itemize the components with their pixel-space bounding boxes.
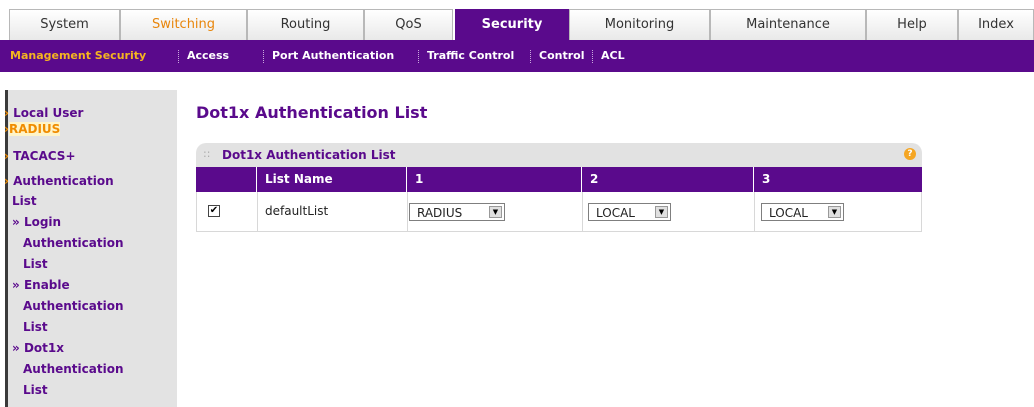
dropdown-arrow-icon: ▼ [489,206,502,218]
subnav-control[interactable]: Control [539,40,584,72]
column-header-label: 2 [590,172,599,186]
table-row: ✔ defaultList RADIUS ▼ LOCAL ▼ LOCAL ▼ [196,192,922,232]
column-header-label: List Name [265,172,333,186]
column-header-select [196,167,257,192]
sidebar-subitem-dot1x[interactable]: » Dot1x [12,341,64,355]
tab-routing[interactable]: Routing [247,9,364,40]
column-divider [582,192,583,232]
dropdown-arrow-icon: ▼ [655,206,668,218]
select-value: LOCAL [769,206,808,220]
sidebar-item-label: List [23,320,48,334]
tab-monitoring[interactable]: Monitoring [569,9,710,40]
double-chevron-icon: » [12,278,20,292]
list-name-cell: defaultList [265,204,329,218]
sidebar-item-label: Authentication [13,174,114,188]
tab-maintenance[interactable]: Maintenance [710,9,866,40]
tab-qos[interactable]: QoS [364,9,453,40]
sidebar-item-label: Local User [13,106,84,120]
sidebar-item-label: Authentication [23,299,124,313]
sidebar-item-authentication-list[interactable]: › Authentication [4,174,114,188]
sidebar-subitem-login[interactable]: » Login [12,215,61,229]
method-2-select[interactable]: LOCAL ▼ [588,203,671,221]
column-divider [921,192,922,232]
subnav-access[interactable]: Access [187,40,229,72]
column-divider [754,192,755,232]
column-divider [407,192,408,232]
help-icon[interactable]: ? [904,148,916,160]
column-header-label: 1 [415,172,424,186]
dropdown-arrow-icon: ▼ [828,206,841,218]
subnav-divider [178,50,179,63]
tab-index[interactable]: Index [958,9,1034,40]
sidebar-item-tacacs[interactable]: › TACACS+ [4,149,76,163]
sidebar-item-label: RADIUS [8,122,61,136]
subnav-divider [418,50,419,63]
panel-title: Dot1x Authentication List [222,148,396,162]
tab-help[interactable]: Help [866,9,958,40]
method-1-select[interactable]: RADIUS ▼ [409,203,505,221]
top-navigation: System Switching Routing QoS Security Mo… [0,0,1034,40]
column-divider [196,192,197,232]
subnav-port-authentication[interactable]: Port Authentication [272,40,394,72]
sidebar-item-label: TACACS+ [13,149,76,163]
subnav-management-security[interactable]: Management Security [10,40,146,72]
sidebar-item-label: Authentication [23,362,124,376]
subnav-divider [530,50,531,63]
sidebar-item-label: List [23,383,48,397]
subnav-traffic-control[interactable]: Traffic Control [427,40,514,72]
sidebar: › Local User ›RADIUS › TACACS+ › Authent… [4,90,177,407]
sidebar-item-label: List [23,257,48,271]
column-header-2: 2 [582,167,754,192]
column-divider [257,192,258,232]
tab-system[interactable]: System [9,9,120,40]
select-value: LOCAL [596,206,635,220]
auth-list-panel: :: Dot1x Authentication List ? List Name… [196,143,922,232]
sidebar-item-label: Authentication [23,236,124,250]
select-value: RADIUS [417,206,463,220]
panel-header: :: Dot1x Authentication List ? [196,143,922,167]
tab-switching[interactable]: Switching [120,9,247,40]
column-header-label: 3 [762,172,771,186]
sidebar-item-label: Login [23,215,62,229]
tab-security[interactable]: Security [455,9,569,40]
sidebar-subitem-enable[interactable]: » Enable [12,278,70,292]
chevron-right-icon: › [4,149,9,163]
drag-handle-icon: :: [203,147,211,160]
sidebar-item-label: List [12,194,37,208]
subnav-acl[interactable]: ACL [601,40,625,72]
row-checkbox[interactable]: ✔ [208,205,220,217]
chevron-right-icon: › [4,106,9,120]
column-header-list-name: List Name [257,167,407,192]
subnav-divider [592,50,593,63]
chevron-down-icon: › [4,174,9,188]
sub-navigation: Management Security Access Port Authenti… [0,40,1034,72]
double-chevron-icon: » [12,215,20,229]
sidebar-item-local-user[interactable]: › Local User [4,106,83,120]
method-3-select[interactable]: LOCAL ▼ [761,203,844,221]
sidebar-item-radius[interactable]: ›RADIUS [4,122,61,136]
column-header-1: 1 [407,167,582,192]
sidebar-item-label: Enable [23,278,70,292]
double-chevron-icon: » [12,341,20,355]
column-header-3: 3 [754,167,922,192]
page-title: Dot1x Authentication List [196,103,428,122]
subnav-divider [263,50,264,63]
sidebar-item-label: Dot1x [23,341,64,355]
